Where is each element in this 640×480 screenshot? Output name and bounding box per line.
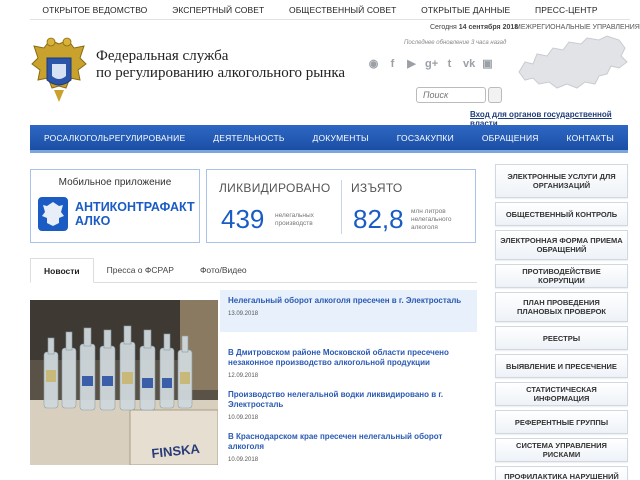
tab-news[interactable]: Новости xyxy=(30,258,94,283)
app-banner-title: Мобильное приложение xyxy=(58,177,172,188)
nav-item-appeals[interactable]: ОБРАЩЕНИЯ xyxy=(482,133,539,143)
social-icons: ◉ f ▶ g+ t vk ▣ xyxy=(368,57,493,71)
eagle-emblem-icon[interactable] xyxy=(30,36,88,106)
sidebar-item-statistics[interactable]: СТАТИСТИЧЕСКАЯ ИНФОРМАЦИЯ xyxy=(495,382,628,406)
nav-item-activity[interactable]: ДЕЯТЕЛЬНОСТЬ xyxy=(213,133,284,143)
right-sidebar: ЭЛЕКТРОННЫЕ УСЛУГИ ДЛЯ ОРГАНИЗАЦИЙ ОБЩЕС… xyxy=(495,164,628,480)
news-photo[interactable]: FINSKA xyxy=(30,300,218,465)
nav-item-documents[interactable]: ДОКУМЕНТЫ xyxy=(313,133,369,143)
sidebar-item-risk-management[interactable]: СИСТЕМА УПРАВЛЕНИЯ РИСКАМИ xyxy=(495,438,628,462)
seized-unit-line2: нелегального xyxy=(411,216,452,223)
liquidated-value: 439 xyxy=(221,204,265,234)
googleplus-icon[interactable]: g+ xyxy=(425,58,438,70)
sidebar-item-e-appeals[interactable]: ЭЛЕКТРОННАЯ ФОРМА ПРИЕМА ОБРАЩЕНИЙ xyxy=(495,230,628,260)
instagram-icon[interactable]: ▣ xyxy=(482,57,493,70)
top-link-open-data[interactable]: ОТКРЫТЫЕ ДАННЫЕ xyxy=(421,5,510,15)
seized-value: 82,8 xyxy=(353,204,404,234)
sidebar-item-registries[interactable]: РЕЕСТРЫ xyxy=(495,326,628,350)
twitter-icon[interactable]: t xyxy=(444,58,455,70)
nav-item-rosalko[interactable]: РОСАЛКОГОЛЬРЕГУЛИРОВАНИЕ xyxy=(44,133,185,143)
eye-icon[interactable]: ◉ xyxy=(368,57,379,70)
seized-unit-line1: млн литров xyxy=(411,208,446,215)
app-emblem-icon xyxy=(38,197,68,231)
news-item[interactable]: Производство нелегальной водки ликвидиро… xyxy=(220,386,477,425)
top-link-open-agency[interactable]: ОТКРЫТОЕ ВЕДОМСТВО xyxy=(42,5,147,15)
nav-item-contacts[interactable]: КОНТАКТЫ xyxy=(567,133,614,143)
sidebar-item-public-control[interactable]: ОБЩЕСТВЕННЫЙ КОНТРОЛЬ xyxy=(495,202,628,226)
russia-map-icon[interactable] xyxy=(515,32,630,100)
news-date: 10.09.2018 xyxy=(228,457,259,463)
sidebar-item-detection[interactable]: ВЫЯВЛЕНИЕ И ПРЕСЕЧЕНИЕ xyxy=(495,354,628,378)
seized-label: ИЗЪЯТО xyxy=(351,181,403,195)
vk-icon[interactable]: vk xyxy=(463,58,475,70)
sidebar-item-e-services[interactable]: ЭЛЕКТРОННЫЕ УСЛУГИ ДЛЯ ОРГАНИЗАЦИЙ xyxy=(495,164,628,198)
news-title[interactable]: В Краснодарском крае пресечен нелегальны… xyxy=(228,432,469,452)
app-name-line1: АНТИКОНТРАФАКТ xyxy=(75,200,195,214)
mobile-app-banner[interactable]: Мобильное приложение АНТИКОНТРАФАКТ АЛКО xyxy=(30,169,200,243)
news-title[interactable]: Производство нелегальной водки ликвидиро… xyxy=(228,390,469,410)
tab-press[interactable]: Пресса о ФСРАР xyxy=(94,258,187,283)
liquidated-unit: нелегальных производств xyxy=(275,212,314,228)
news-item[interactable]: В Дмитровском районе Московской области … xyxy=(220,344,477,383)
last-updated: Последнее обновление 3 часа назад xyxy=(404,40,507,46)
main-nav: РОСАЛКОГОЛЬРЕГУЛИРОВАНИЕ ДЕЯТЕЛЬНОСТЬ ДО… xyxy=(30,125,628,153)
app-name: АНТИКОНТРАФАКТ АЛКО xyxy=(75,200,195,228)
facebook-icon[interactable]: f xyxy=(387,58,398,70)
regional-offices-link[interactable]: МЕЖРЕГИОНАЛЬНЫЕ УПРАВЛЕНИЯ xyxy=(515,24,640,31)
org-name[interactable]: Федеральная служба по регулированию алко… xyxy=(96,48,345,82)
news-item[interactable]: В Краснодарском крае пресечен нелегальны… xyxy=(220,428,477,467)
top-links-bar: ОТКРЫТОЕ ВЕДОМСТВО ЭКСПЕРТНЫЙ СОВЕТ ОБЩЕ… xyxy=(0,0,640,20)
sidebar-item-inspection-plan[interactable]: ПЛАН ПРОВЕДЕНИЯ ПЛАНОВЫХ ПРОВЕРОК xyxy=(495,292,628,322)
news-date: 12.09.2018 xyxy=(228,373,259,379)
liquidated-label: ЛИКВИДИРОВАНО xyxy=(219,181,331,195)
news-item[interactable]: Нелегальный оборот алкоголя пресечен в г… xyxy=(220,290,477,332)
org-name-line2: по регулированию алкогольного рынка xyxy=(96,65,346,81)
liquidated-unit-line2: производств xyxy=(275,220,313,227)
seized-unit-line3: алкоголя xyxy=(411,224,438,231)
search-button[interactable] xyxy=(488,87,502,103)
news-tabs: Новости Пресса о ФСРАР Фото/Видео xyxy=(30,258,477,283)
stats-box: ЛИКВИДИРОВАНО 439 нелегальных производст… xyxy=(206,169,476,243)
sidebar-item-prevention[interactable]: ПРОФИЛАКТИКА НАРУШЕНИЙ ОБЯЗАТЕЛЬНЫХ ТРЕБ… xyxy=(495,466,628,480)
news-list: Нелегальный оборот алкоголя пресечен в г… xyxy=(220,290,477,467)
sidebar-item-anticorruption[interactable]: ПРОТИВОДЕЙСТВИЕ КОРРУПЦИИ xyxy=(495,264,628,288)
news-date: 13.09.2018 xyxy=(228,311,259,317)
current-date: Сегодня 14 сентября 2018 xyxy=(430,24,518,31)
org-name-line1: Федеральная служба xyxy=(96,48,229,64)
liquidated-unit-line1: нелегальных xyxy=(275,212,314,219)
sidebar-item-reference-groups[interactable]: РЕФЕРЕНТНЫЕ ГРУППЫ xyxy=(495,410,628,434)
news-date: 10.09.2018 xyxy=(228,415,259,421)
top-link-expert-council[interactable]: ЭКСПЕРТНЫЙ СОВЕТ xyxy=(172,5,264,15)
top-divider xyxy=(30,19,630,20)
date-prefix: Сегодня xyxy=(430,24,457,31)
news-title[interactable]: Нелегальный оборот алкоголя пресечен в г… xyxy=(228,296,469,306)
news-title[interactable]: В Дмитровском районе Московской области … xyxy=(228,348,469,368)
top-link-public-council[interactable]: ОБЩЕСТВЕННЫЙ СОВЕТ xyxy=(289,5,396,15)
nav-item-procurement[interactable]: ГОСЗАКУПКИ xyxy=(397,133,454,143)
seized-unit: млн литров нелегального алкоголя xyxy=(411,208,451,232)
search-input[interactable] xyxy=(416,87,486,103)
app-name-line2: АЛКО xyxy=(75,214,111,228)
top-link-press-center[interactable]: ПРЕСС-ЦЕНТР xyxy=(535,5,598,15)
stats-divider xyxy=(341,180,342,234)
tab-photo-video[interactable]: Фото/Видео xyxy=(187,258,260,283)
youtube-icon[interactable]: ▶ xyxy=(406,57,417,70)
date-value: 14 сентября 2018 xyxy=(458,24,519,31)
